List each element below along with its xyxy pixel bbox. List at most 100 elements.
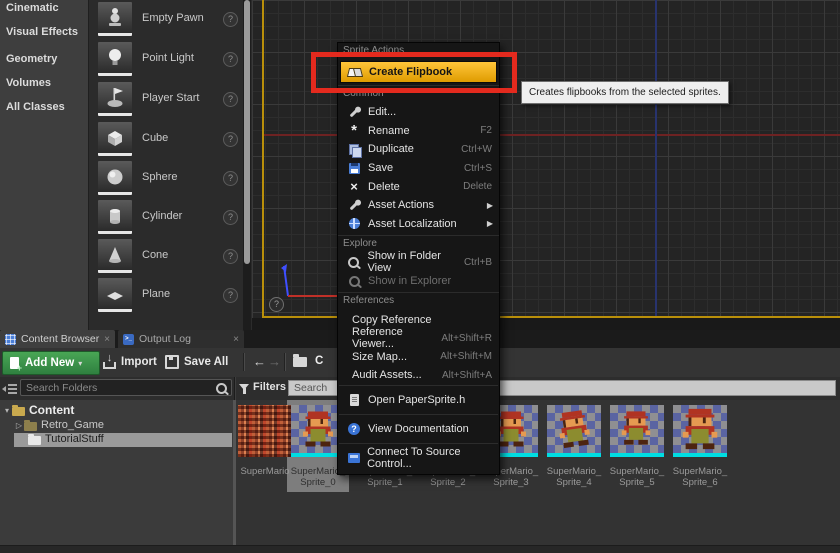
viewport-z-grid-axis-line xyxy=(655,0,657,318)
filters-button[interactable]: Filters ▾ xyxy=(239,381,294,393)
menu-item-size-map[interactable]: Size Map... Alt+Shift+M xyxy=(338,348,499,367)
menu-item-rename[interactable]: * Rename F2 xyxy=(338,122,499,141)
chevron-expanded-icon[interactable]: ▾ xyxy=(2,406,12,415)
cone-icon xyxy=(98,239,132,273)
delete-x-icon: × xyxy=(347,180,361,194)
help-circle-icon[interactable]: ? xyxy=(223,249,238,264)
add-new-button[interactable]: Add New ▾ xyxy=(2,351,100,375)
place-actors-panel: Empty Pawn ? Point Light ? Player Start … xyxy=(89,0,252,330)
help-circle-icon[interactable]: ? xyxy=(223,12,238,27)
tab-output-log[interactable]: >_ Output Log × xyxy=(118,330,244,348)
path-folder-icon xyxy=(293,357,307,367)
toolbar-divider xyxy=(284,353,285,371)
search-folders-input[interactable] xyxy=(20,379,232,396)
place-actor-cube[interactable]: Cube ? xyxy=(98,122,240,160)
place-actor-point-light[interactable]: Point Light ? xyxy=(98,42,240,80)
category-cinematic[interactable]: Cinematic xyxy=(6,2,86,16)
place-actor-player-start[interactable]: Player Start ? xyxy=(98,82,240,120)
category-volumes[interactable]: Volumes xyxy=(6,77,86,91)
help-circle-icon[interactable]: ? xyxy=(223,132,238,147)
category-all-classes[interactable]: All Classes xyxy=(6,101,86,115)
sphere-icon xyxy=(98,161,132,195)
tooltip: Creates flipbooks from the selected spri… xyxy=(521,81,729,104)
asset-supermario-sprite-5[interactable]: SuperMario_Sprite_5 xyxy=(610,405,664,457)
unreal-editor-window: X ? Cinematic Visual Effects Geometry Vo… xyxy=(0,0,840,553)
globe-icon xyxy=(347,217,361,231)
menu-item-save[interactable]: Save Ctrl+S xyxy=(338,159,499,178)
tab-content-browser[interactable]: Content Browser × xyxy=(0,330,115,348)
close-tab-icon[interactable]: × xyxy=(233,334,239,345)
place-actor-cone[interactable]: Cone ? xyxy=(98,239,240,277)
magnifier-icon xyxy=(347,255,360,269)
place-actor-sphere[interactable]: Sphere ? xyxy=(98,161,240,199)
player-start-icon xyxy=(98,82,132,116)
sprite-sheet-thumbnail xyxy=(238,405,292,457)
menu-item-delete[interactable]: × Delete Delete xyxy=(338,177,499,196)
point-light-icon xyxy=(98,42,132,76)
annotation-rectangle xyxy=(311,52,517,93)
save-icon xyxy=(165,355,179,369)
menu-item-connect-source-control[interactable]: Connect To Source Control... xyxy=(338,444,499,472)
mario-sprite-icon xyxy=(617,409,655,447)
folder-tree-pane: ▾ Content ▷ Retro_Game TutorialStuff xyxy=(0,400,233,545)
menu-item-show-in-folder-view[interactable]: Show in Folder View Ctrl+B xyxy=(338,253,499,272)
save-all-button[interactable]: Save All xyxy=(165,351,228,373)
asset-supermario-sprite-4[interactable]: SuperMario_Sprite_4 xyxy=(547,405,601,457)
chevron-down-icon: ▾ xyxy=(78,359,82,368)
duplicate-pages-icon xyxy=(347,142,361,156)
help-circle-icon[interactable]: ? xyxy=(223,52,238,67)
folder-icon xyxy=(28,436,41,445)
save-floppy-icon xyxy=(347,161,361,175)
category-visual-effects[interactable]: Visual Effects xyxy=(6,26,86,40)
question-circle-icon: ? xyxy=(347,422,361,436)
help-circle-icon[interactable]: ? xyxy=(223,210,238,225)
breadcrumb-path[interactable]: C xyxy=(315,355,323,367)
submenu-arrow-icon: ▶ xyxy=(487,201,499,210)
cylinder-icon xyxy=(98,200,132,234)
sources-panel-toggle-icon[interactable] xyxy=(2,383,17,395)
menu-item-duplicate[interactable]: Duplicate Ctrl+W xyxy=(338,140,499,159)
help-circle-icon[interactable]: ? xyxy=(223,171,238,186)
menu-item-reference-viewer[interactable]: Reference Viewer... Alt+Shift+R xyxy=(338,329,499,348)
tree-item-retro-game[interactable]: ▷ Retro_Game xyxy=(14,419,104,431)
menu-item-asset-localization[interactable]: Asset Localization ▶ xyxy=(338,215,499,234)
content-browser-icon xyxy=(5,334,16,345)
submenu-arrow-icon: ▶ xyxy=(487,219,499,228)
new-asset-icon xyxy=(10,357,19,369)
import-button[interactable]: ↓ Import xyxy=(103,351,157,373)
toolbar-divider xyxy=(243,353,244,371)
chevron-collapsed-icon[interactable]: ▷ xyxy=(14,421,24,430)
tree-item-tutorialstuff[interactable]: TutorialStuff xyxy=(28,433,104,445)
close-tab-icon[interactable]: × xyxy=(104,334,110,345)
menu-item-edit[interactable]: Edit... xyxy=(338,103,499,122)
sprite-type-color-bar xyxy=(610,453,664,457)
menu-item-view-documentation[interactable]: ? View Documentation xyxy=(338,415,499,443)
source-control-icon xyxy=(347,451,360,465)
tree-item-content[interactable]: ▾ Content xyxy=(2,403,74,417)
asset-supermario-sheet[interactable]: SuperMario xyxy=(238,405,292,457)
edit-tool-icon xyxy=(347,105,361,119)
place-actor-plane[interactable]: Plane ? xyxy=(98,278,240,316)
menu-item-open-papersprite[interactable]: Open PaperSprite.h xyxy=(338,386,499,414)
place-actor-cylinder[interactable]: Cylinder ? xyxy=(98,200,240,238)
sprite-type-color-bar xyxy=(547,453,601,457)
category-geometry[interactable]: Geometry xyxy=(6,53,86,67)
place-actors-scrollbar-thumb[interactable] xyxy=(244,0,250,264)
forward-arrow-button[interactable]: → xyxy=(268,354,281,369)
asset-supermario-sprite-6[interactable]: SuperMario_Sprite_6 xyxy=(673,405,727,457)
source-file-icon xyxy=(347,393,361,407)
back-arrow-button[interactable]: ← xyxy=(253,354,266,369)
sprite-type-color-bar xyxy=(673,453,727,457)
help-circle-icon[interactable]: ? xyxy=(223,92,238,107)
menu-item-audit-assets[interactable]: Audit Assets... Alt+Shift+A xyxy=(338,366,499,385)
viewport-help-icon[interactable]: ? xyxy=(269,297,284,312)
menu-section-references: References xyxy=(338,292,499,310)
help-circle-icon[interactable]: ? xyxy=(223,288,238,303)
wrench-icon xyxy=(347,198,361,212)
menu-item-asset-actions[interactable]: Asset Actions ▶ xyxy=(338,196,499,215)
plane-icon xyxy=(98,278,132,312)
mario-sprite-icon xyxy=(551,406,596,451)
mario-sprite-icon xyxy=(677,406,723,452)
place-actor-empty-pawn[interactable]: Empty Pawn ? xyxy=(98,2,240,40)
folder-icon xyxy=(12,407,25,416)
